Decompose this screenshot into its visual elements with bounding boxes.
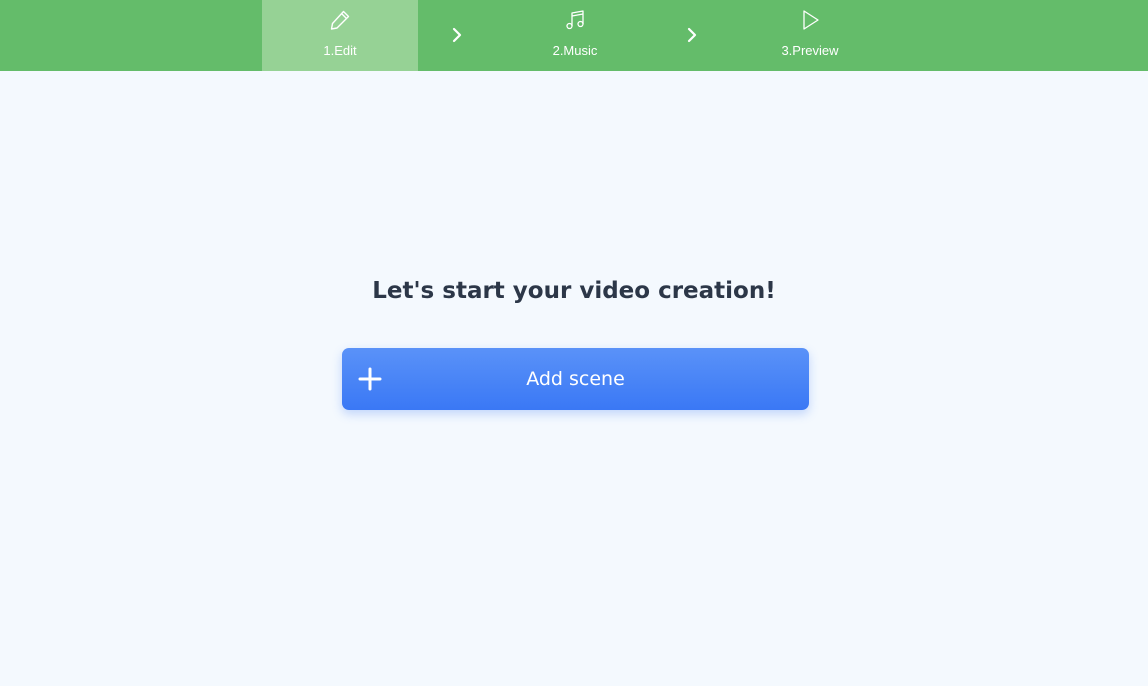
chevron-right-icon (452, 27, 462, 43)
step-edit[interactable]: 1.Edit (262, 0, 418, 71)
pencil-icon (330, 10, 350, 30)
music-note-icon (566, 10, 584, 30)
step-edit-label: 1.Edit (323, 43, 357, 58)
add-scene-button[interactable]: Add scene (342, 348, 809, 410)
step-preview-label: 3.Preview (781, 43, 839, 58)
chevron-right-icon (687, 27, 697, 43)
add-scene-label: Add scene (526, 368, 625, 390)
step-navigation-bar: 1.Edit 2.Music 3.Preview (0, 0, 1148, 71)
page-title: Let's start your video creation! (372, 278, 776, 304)
step-preview[interactable]: 3.Preview (732, 0, 888, 71)
step-music[interactable]: 2.Music (497, 0, 653, 71)
play-icon (803, 10, 819, 30)
step-music-label: 2.Music (552, 43, 598, 58)
